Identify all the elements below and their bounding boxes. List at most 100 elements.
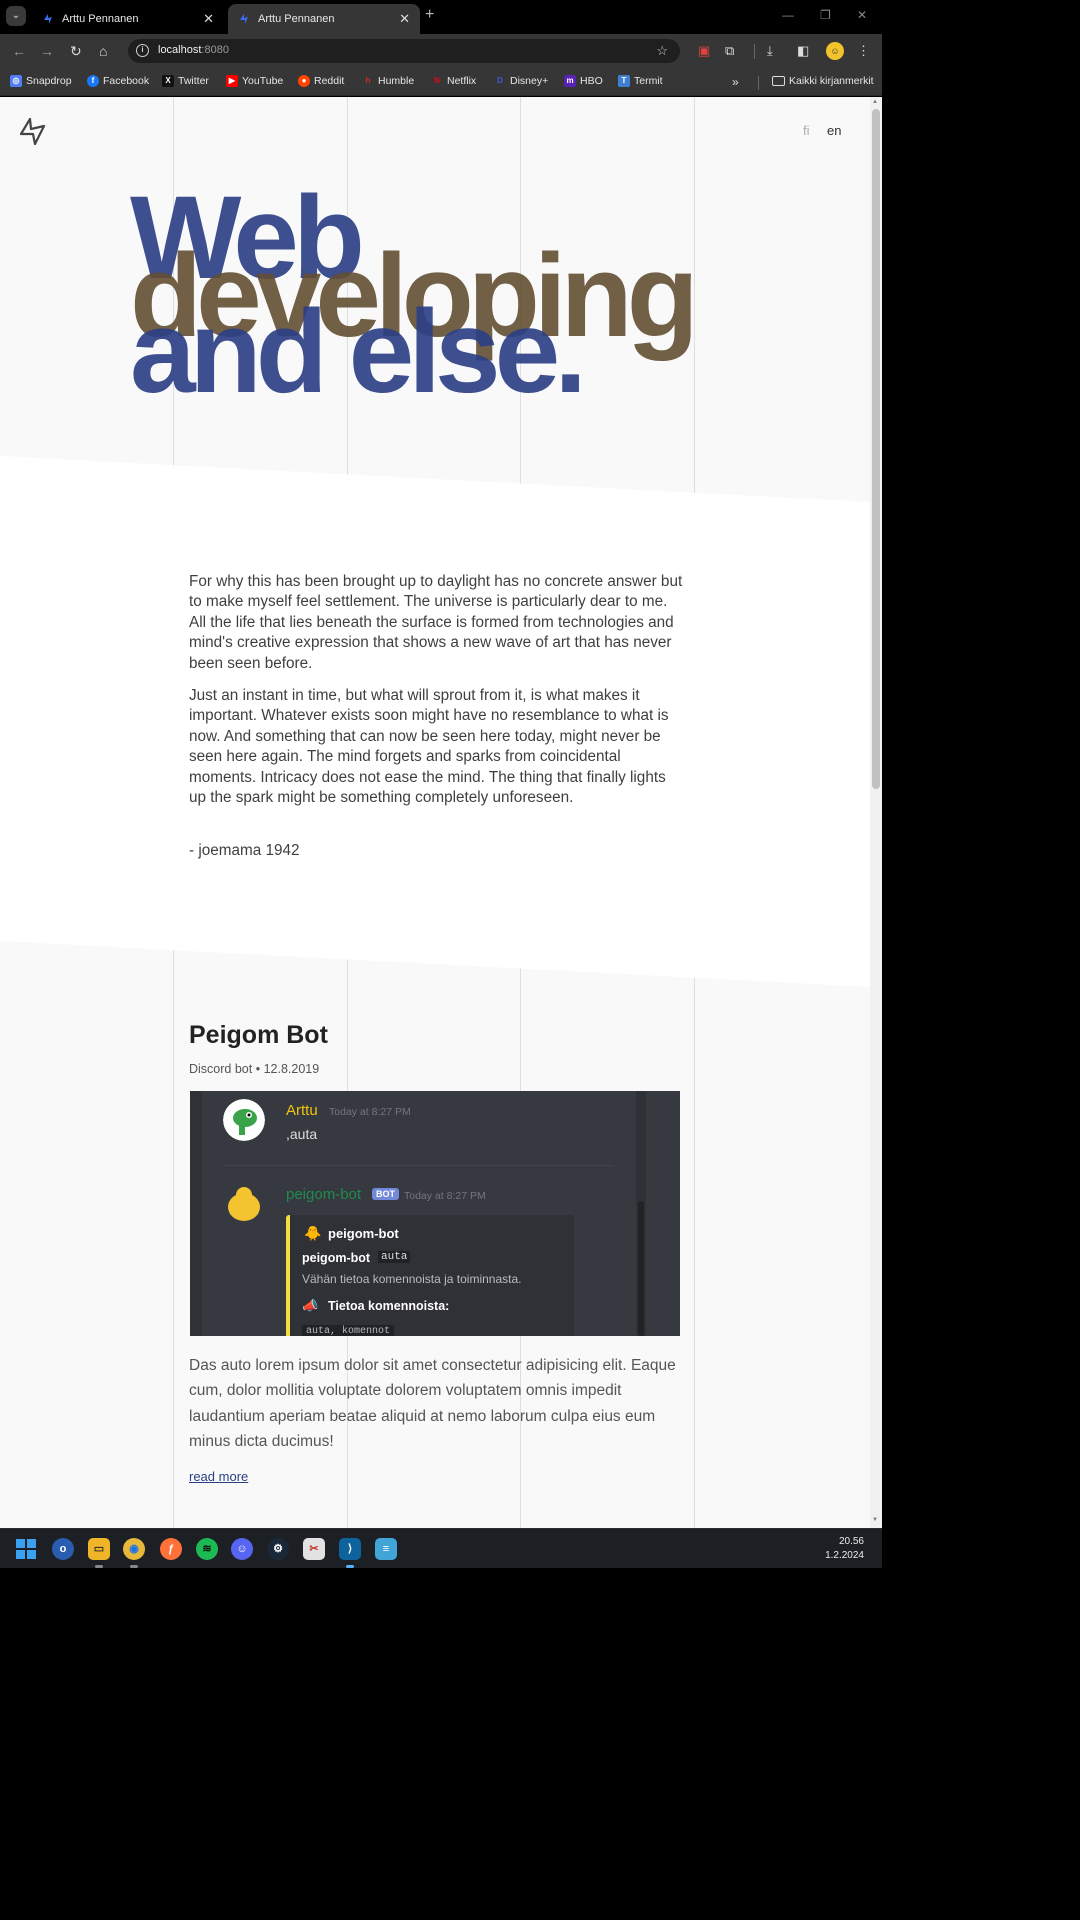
extension-icon[interactable]: ▣ bbox=[698, 43, 710, 59]
snapdrop-icon: ◎ bbox=[10, 75, 22, 87]
screenshot-scrollbar bbox=[636, 1091, 646, 1336]
extensions-puzzle-icon[interactable]: ⧉ bbox=[725, 43, 734, 59]
url-host: localhost bbox=[158, 44, 202, 56]
reddit-icon: ● bbox=[298, 75, 310, 87]
outlook-icon[interactable]: o bbox=[52, 1538, 74, 1560]
screenshot-scroll-thumb bbox=[638, 1201, 644, 1336]
more-bookmarks-icon[interactable]: » bbox=[732, 75, 739, 89]
firefox-icon[interactable]: ƒ bbox=[160, 1538, 182, 1560]
grid-line bbox=[694, 97, 695, 497]
close-window-icon[interactable]: ✕ bbox=[857, 8, 867, 22]
post-title[interactable]: Peigom Bot bbox=[189, 1021, 328, 1050]
clock-date: 1.2.2024 bbox=[825, 1550, 864, 1561]
tab-close-icon[interactable]: ✕ bbox=[203, 11, 214, 27]
bookmarks-bar: ◎ Snapdrop f Facebook X Twitter ▶ YouTube ● R… bbox=[0, 68, 882, 96]
bookmark-label: Reddit bbox=[314, 75, 345, 87]
read-more-link[interactable]: read more bbox=[189, 1469, 248, 1484]
spotify-icon[interactable]: ≋ bbox=[196, 1538, 218, 1560]
tab-active[interactable]: Arttu Pennanen ✕ bbox=[228, 4, 420, 34]
tab-search-button[interactable]: ⌄ bbox=[6, 6, 26, 26]
hero-line-3: and else. bbox=[130, 286, 587, 418]
windows-start-icon[interactable] bbox=[16, 1539, 36, 1559]
user-avatar bbox=[223, 1099, 265, 1141]
post-meta: Discord bot • 12.8.2019 bbox=[189, 1062, 319, 1076]
bookmark-disney[interactable]: D Disney+ bbox=[494, 75, 548, 87]
screenshot-sidebar bbox=[190, 1091, 202, 1336]
user-name: Arttu bbox=[286, 1102, 318, 1119]
running-indicator bbox=[346, 1565, 354, 1568]
side-panel-icon[interactable]: ◧ bbox=[797, 43, 809, 59]
bookmark-star-icon[interactable]: ☆ bbox=[656, 43, 668, 59]
discord-icon[interactable]: ☺ bbox=[231, 1538, 253, 1560]
bookmark-label: Facebook bbox=[103, 75, 150, 87]
site-logo-icon[interactable] bbox=[20, 117, 46, 145]
embed-code-cut: auta, komennot bbox=[302, 1325, 395, 1336]
chrome-icon[interactable]: ◉ bbox=[123, 1538, 145, 1560]
steam-icon[interactable]: ⚙ bbox=[267, 1538, 289, 1560]
bookmark-snapdrop[interactable]: ◎ Snapdrop bbox=[10, 75, 72, 87]
minimize-icon[interactable]: — bbox=[782, 8, 794, 22]
bookmark-netflix[interactable]: N Netflix bbox=[431, 75, 476, 87]
user-timestamp: Today at 8:27 PM bbox=[329, 1106, 411, 1118]
tab-title: Arttu Pennanen bbox=[62, 13, 139, 25]
reload-icon[interactable]: ↻ bbox=[70, 43, 82, 60]
os-taskbar: o ▭ ◉ ƒ ≋ ☺ ⚙ ✂ ⟩ ≡ 20.56 1.2.2024 bbox=[0, 1528, 882, 1568]
restore-icon[interactable]: ❐ bbox=[820, 8, 831, 22]
bookmark-twitter[interactable]: X Twitter bbox=[162, 75, 209, 87]
file-explorer-icon[interactable]: ▭ bbox=[88, 1538, 110, 1560]
toolbar-divider bbox=[754, 44, 755, 59]
embed-command: auta bbox=[378, 1251, 411, 1263]
embed-author: peigom-bot bbox=[328, 1226, 399, 1241]
site-favicon-icon bbox=[44, 14, 52, 24]
bookmark-hbo[interactable]: m HBO bbox=[564, 75, 603, 87]
tab-close-icon[interactable]: ✕ bbox=[399, 11, 410, 27]
bookmark-facebook[interactable]: f Facebook bbox=[87, 75, 149, 87]
bot-badge: BOT bbox=[372, 1188, 399, 1200]
bot-avatar bbox=[228, 1187, 260, 1221]
grid-line bbox=[694, 977, 695, 1528]
language-en-link[interactable]: en bbox=[827, 123, 841, 138]
new-tab-button[interactable]: + bbox=[425, 6, 434, 24]
profile-avatar[interactable]: ☺ bbox=[826, 42, 844, 60]
intro-paragraph-2: Just an instant in time, but what will s… bbox=[189, 687, 669, 807]
page-scrollbar[interactable]: ▲ ▼ bbox=[870, 97, 882, 1528]
scroll-up-icon[interactable]: ▲ bbox=[872, 99, 878, 105]
bookmark-label: Netflix bbox=[447, 75, 477, 87]
bot-embed: 🐥 peigom-bot peigom-bot auta Vähän tieto… bbox=[286, 1215, 574, 1336]
system-clock[interactable]: 20.56 1.2.2024 bbox=[825, 1535, 864, 1563]
notepad-icon[interactable]: ≡ bbox=[375, 1538, 397, 1560]
address-bar[interactable]: i localhost:8080 ☆ bbox=[128, 39, 680, 63]
folder-icon bbox=[772, 76, 785, 86]
home-icon[interactable]: ⌂ bbox=[99, 43, 107, 59]
bookmark-termit[interactable]: T Termit bbox=[618, 75, 663, 87]
tab-inactive[interactable]: Arttu Pennanen ✕ bbox=[32, 4, 224, 34]
bookmark-label: YouTube bbox=[242, 75, 284, 87]
language-fi-link[interactable]: fi bbox=[803, 123, 810, 138]
vscode-icon[interactable]: ⟩ bbox=[339, 1538, 361, 1560]
forward-icon[interactable]: → bbox=[40, 43, 54, 59]
download-icon[interactable]: ⤓ bbox=[767, 43, 773, 59]
snipping-tool-icon[interactable]: ✂ bbox=[303, 1538, 325, 1560]
disney-icon: D bbox=[497, 76, 503, 85]
bookmark-label: Kaikki kirjanmerkit bbox=[789, 75, 874, 87]
back-icon[interactable]: ← bbox=[12, 43, 26, 59]
bookmark-humble[interactable]: h Humble bbox=[362, 75, 415, 87]
bookmarks-divider bbox=[758, 76, 759, 90]
bookmark-reddit[interactable]: ● Reddit bbox=[298, 75, 344, 87]
menu-kebab-icon[interactable]: ⋮ bbox=[857, 43, 870, 59]
browser-toolbar: ← → ↻ ⌂ i localhost:8080 ☆ ▣ ⧉ ⤓ ◧ ⋮ bbox=[0, 34, 882, 68]
bot-timestamp: Today at 8:27 PM bbox=[404, 1190, 486, 1202]
post-category: Discord bot bbox=[189, 1062, 253, 1076]
tab-strip: ⌄ Arttu Pennanen ✕ Arttu Pennanen ✕ + — … bbox=[0, 0, 882, 34]
scroll-down-icon[interactable]: ▼ bbox=[872, 1517, 878, 1523]
bookmark-youtube[interactable]: ▶ YouTube bbox=[226, 75, 283, 87]
all-bookmarks-folder[interactable]: Kaikki kirjanmerkit bbox=[772, 75, 874, 87]
running-indicator bbox=[130, 1565, 138, 1568]
hbo-icon: m bbox=[564, 75, 576, 87]
signature: - joemama 1942 bbox=[189, 842, 300, 859]
meta-separator: • bbox=[255, 1062, 264, 1076]
site-info-icon[interactable]: i bbox=[136, 44, 149, 57]
scroll-thumb[interactable] bbox=[872, 109, 880, 789]
post-screenshot[interactable]: Arttu Today at 8:27 PM ,auta peigom-bot … bbox=[190, 1091, 680, 1336]
clock-time: 20.56 bbox=[838, 1536, 864, 1547]
